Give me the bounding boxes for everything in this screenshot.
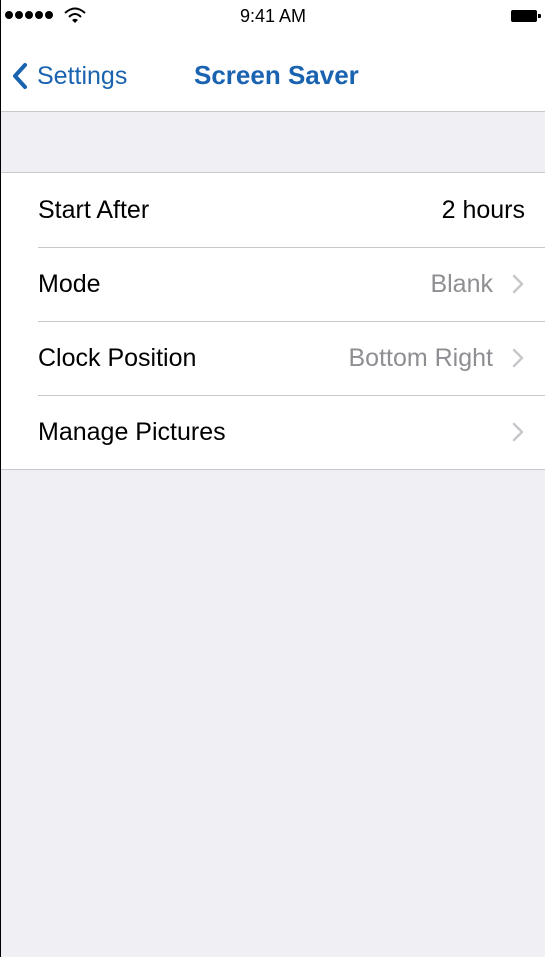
row-label: Start After xyxy=(38,195,150,224)
row-clock-position[interactable]: Clock Position Bottom Right xyxy=(1,321,545,395)
row-start-after[interactable]: Start After 2 hours xyxy=(1,173,545,247)
row-value: Bottom Right xyxy=(348,343,493,372)
back-button[interactable]: Settings xyxy=(11,58,127,94)
row-value: 2 hours xyxy=(441,195,525,224)
battery-icon xyxy=(511,10,541,22)
page-title: Screen Saver xyxy=(194,60,359,90)
chevron-right-icon xyxy=(512,422,524,442)
row-label: Mode xyxy=(38,269,101,298)
row-manage-pictures[interactable]: Manage Pictures xyxy=(1,395,545,469)
row-value: Blank xyxy=(430,269,493,298)
chevron-left-icon xyxy=(13,63,27,89)
status-time: 9:41 AM xyxy=(239,6,307,26)
back-label: Settings xyxy=(37,61,128,90)
settings-screen: 9:41 AM Settings Screen Saver Start Afte… xyxy=(0,0,545,957)
row-label: Manage Pictures xyxy=(38,417,226,446)
settings-table: Start After 2 hours Mode Blank Clock Pos… xyxy=(1,172,545,470)
status-bar: 9:41 AM xyxy=(1,0,545,40)
navigation-bar: Settings Screen Saver xyxy=(1,40,545,112)
chevron-right-icon xyxy=(512,348,524,368)
chevron-right-icon xyxy=(512,274,524,294)
row-mode[interactable]: Mode Blank xyxy=(1,247,545,321)
row-label: Clock Position xyxy=(38,343,197,372)
